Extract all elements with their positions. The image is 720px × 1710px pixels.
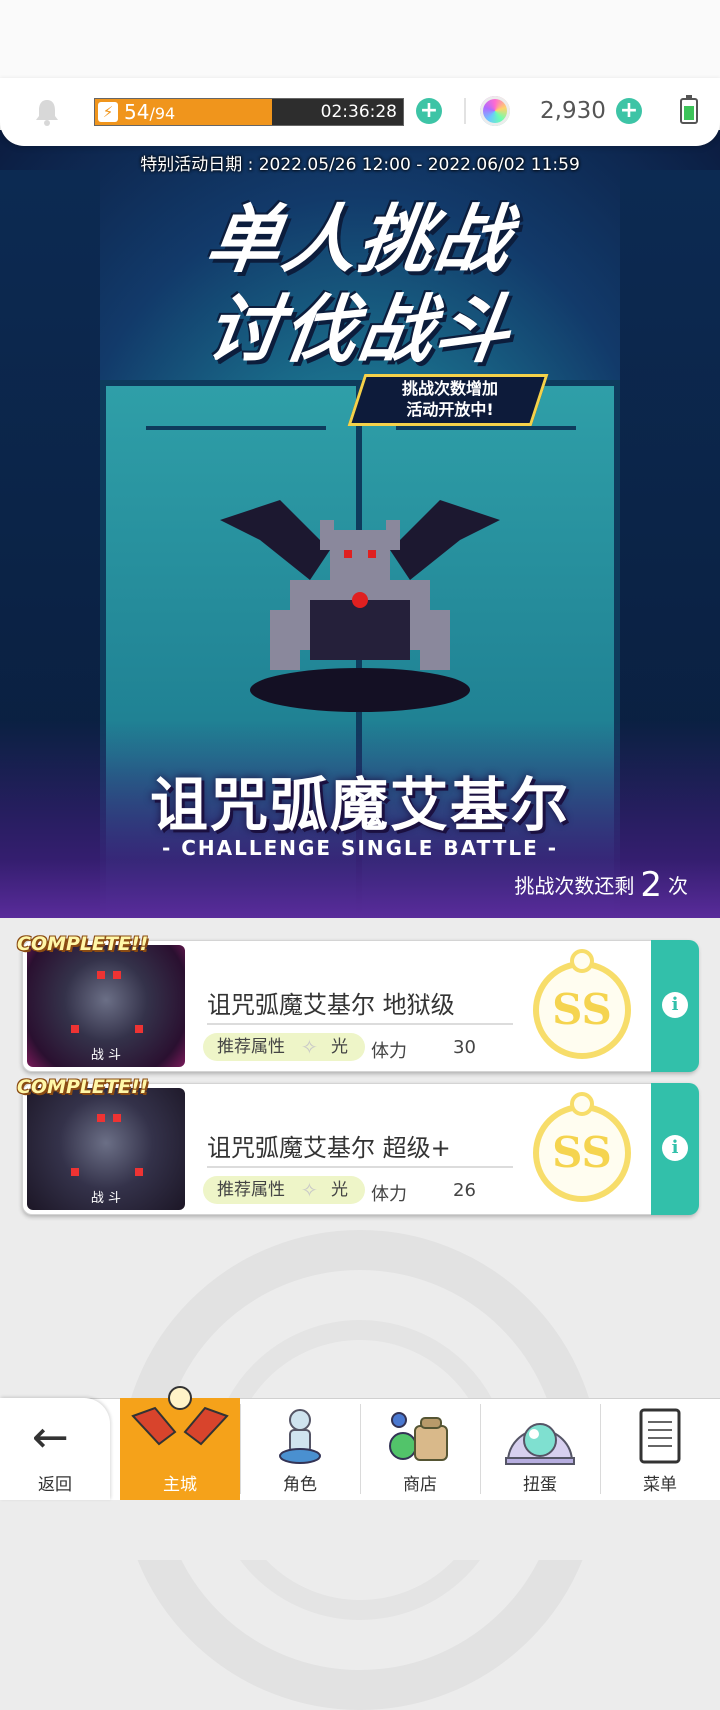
lightning-icon: ⚡ — [98, 102, 118, 122]
stage-name: 诅咒弧魔艾基尔 超级+ — [207, 1134, 451, 1162]
back-arrow-icon: ← — [32, 1412, 69, 1463]
stage-card-hell[interactable]: 战 斗 COMPLETE!! 诅咒弧魔艾基尔 地狱级 推荐属性 ✧ 光 体力 3… — [17, 933, 699, 1072]
stamina-fill — [95, 99, 272, 125]
add-stamina-button[interactable]: + — [416, 98, 442, 124]
divider — [207, 1166, 513, 1168]
nav-label-home: 主城 — [163, 1475, 197, 1495]
resource-header: ⚡ 54/94 02:36:28 + 2,930 + — [0, 78, 720, 146]
gem-count: 2,930 — [540, 98, 606, 124]
bell-icon[interactable] — [34, 98, 60, 126]
promo-text: 挑战次数增加 活动开放中! — [370, 378, 530, 420]
gacha-orb-icon — [505, 1423, 575, 1465]
stamina-max: /94 — [149, 104, 176, 123]
menu-list-icon — [639, 1408, 681, 1464]
stamina-cost: 30 — [453, 1037, 476, 1058]
event-title-line2: 讨伐战斗 — [201, 287, 518, 373]
battery-icon — [680, 95, 698, 124]
nav-label-back: 返回 — [38, 1475, 72, 1495]
recommended-attribute: 推荐属性 ✧ 光 — [203, 1033, 365, 1061]
attribute-label: 推荐属性 — [217, 1180, 285, 1200]
boss-name: 诅咒弧魔艾基尔 — [149, 771, 570, 839]
crown-icon — [570, 949, 594, 973]
promo-line1: 挑战次数增加 — [401, 379, 498, 398]
rank-text: SS — [552, 1128, 612, 1177]
event-banner: 特别活动日期 : 2022.05/26 12:00 - 2022.06/02 1… — [0, 130, 720, 918]
nav-shop[interactable]: 商店 — [362, 1398, 478, 1500]
attribute-label: 推荐属性 — [217, 1037, 285, 1057]
light-star-icon: ✧ — [301, 1178, 318, 1202]
divider — [207, 1023, 513, 1025]
rank-badge: SS — [533, 949, 631, 1059]
nav-separator — [600, 1404, 601, 1494]
battle-label: 战 斗 — [90, 1191, 122, 1206]
crown-icon — [570, 1092, 594, 1116]
attribute-value: 光 — [331, 1180, 348, 1200]
battle-label: 战 斗 — [90, 1048, 122, 1063]
nav-menu[interactable]: 菜单 — [602, 1398, 718, 1500]
system-nav-area — [0, 1500, 720, 1560]
info-icon: i — [662, 992, 688, 1018]
remaining-prefix: 挑战次数还剩 — [514, 874, 635, 898]
remaining-suffix: 次 — [668, 874, 688, 898]
nav-label-shop: 商店 — [403, 1475, 437, 1495]
rank-text: SS — [552, 985, 612, 1034]
remaining-count: 2 — [640, 865, 662, 905]
attribute-value: 光 — [331, 1037, 348, 1057]
boss-sprite — [220, 500, 500, 712]
stamina-current: 54 — [124, 100, 150, 124]
nav-home[interactable]: 主城 — [120, 1386, 240, 1500]
complete-badge: COMPLETE!! — [17, 1076, 149, 1098]
event-date: 特别活动日期 : 2022.05/26 12:00 - 2022.06/02 1… — [140, 155, 580, 175]
rank-badge: SS — [533, 1092, 631, 1202]
remaining-attempts: 挑战次数还剩 2 次 — [514, 865, 688, 906]
nav-label-menu: 菜单 — [643, 1475, 677, 1495]
info-icon: i — [662, 1135, 688, 1161]
nav-gacha[interactable]: 扭蛋 — [482, 1398, 598, 1500]
light-star-icon: ✧ — [301, 1035, 318, 1059]
add-gems-button[interactable]: + — [616, 98, 642, 124]
stage-name: 诅咒弧魔艾基尔 地狱级 — [207, 991, 455, 1019]
stamina-timer: 02:36:28 — [320, 102, 397, 122]
shop-bag-icon — [389, 1412, 448, 1461]
nav-label-characters: 角色 — [283, 1475, 317, 1495]
nav-label-gacha: 扭蛋 — [523, 1475, 557, 1495]
info-button[interactable]: i — [651, 940, 699, 1072]
nav-characters[interactable]: 角色 — [242, 1398, 358, 1500]
stamina-cost: 26 — [453, 1180, 476, 1201]
recommended-attribute: 推荐属性 ✧ 光 — [203, 1176, 365, 1204]
boss-subtitle: - CHALLENGE SINGLE BATTLE - — [161, 836, 559, 860]
nav-separator — [360, 1404, 361, 1494]
stamina-bar: ⚡ 54/94 02:36:28 — [94, 98, 404, 126]
character-icon — [279, 1409, 321, 1464]
promo-line2: 活动开放中! — [406, 400, 494, 419]
stage-thumbnail[interactable]: 战 斗 — [27, 1088, 185, 1210]
nav-separator — [480, 1404, 481, 1494]
castle-gate-icon — [131, 1386, 229, 1446]
stamina-label: 体力 — [371, 1041, 407, 1062]
stage-card-super-plus[interactable]: 战 斗 COMPLETE!! 诅咒弧魔艾基尔 超级+ 推荐属性 ✧ 光 体力 2… — [17, 1076, 699, 1215]
stage-thumbnail[interactable]: 战 斗 — [27, 945, 185, 1067]
header-divider — [464, 98, 466, 124]
gem-icon — [480, 96, 510, 126]
nav-separator — [240, 1404, 241, 1494]
back-button[interactable]: ← 返回 — [0, 1398, 110, 1500]
complete-badge: COMPLETE!! — [17, 933, 149, 955]
stamina-label: 体力 — [371, 1184, 407, 1205]
info-button[interactable]: i — [651, 1083, 699, 1215]
